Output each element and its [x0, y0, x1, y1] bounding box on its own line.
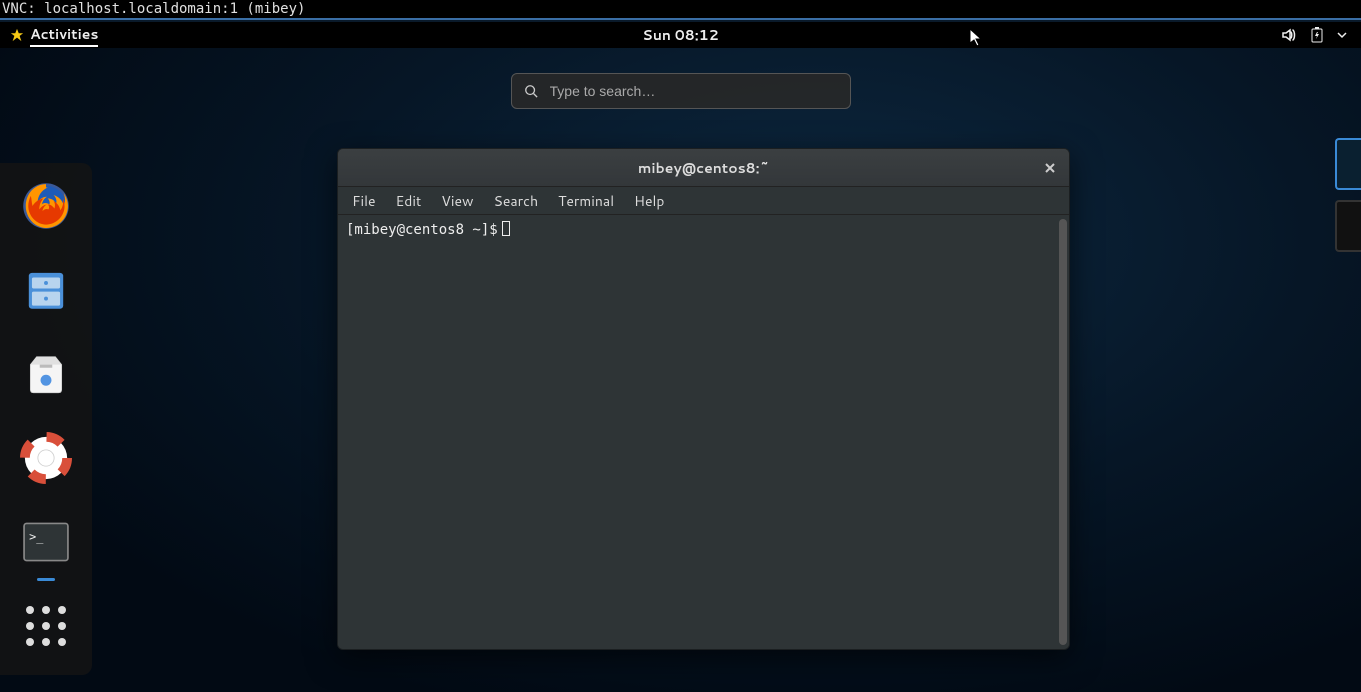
terminal-menubar: File Edit View Search Terminal Help: [338, 187, 1069, 215]
dock-item-terminal[interactable]: >_: [17, 513, 75, 571]
workspace-thumb-2[interactable]: [1335, 200, 1361, 252]
chevron-down-icon: [1337, 31, 1347, 39]
firefox-icon: [19, 179, 73, 233]
volume-icon: [1281, 27, 1297, 43]
menu-edit[interactable]: Edit: [388, 188, 430, 214]
terminal-icon: >_: [19, 515, 73, 569]
dock-item-help[interactable]: [17, 429, 75, 487]
dock-item-files[interactable]: [17, 261, 75, 319]
menu-file[interactable]: File: [344, 188, 384, 214]
terminal-title: mibey@centos8:~: [638, 158, 769, 178]
terminal-cursor: [502, 221, 510, 236]
svg-text:>_: >_: [29, 529, 44, 543]
terminal-window: mibey@centos8:~ File Edit View Search Te…: [337, 148, 1070, 650]
terminal-scrollbar[interactable]: [1059, 219, 1067, 645]
clock[interactable]: Sun 08:12: [642, 25, 718, 45]
menu-view[interactable]: View: [433, 188, 481, 214]
status-area[interactable]: [1281, 27, 1361, 43]
dock-item-show-apps[interactable]: [17, 597, 75, 655]
close-icon: [1044, 162, 1056, 174]
search-input[interactable]: [550, 83, 838, 99]
vnc-title-text: VNC: localhost.localdomain:1 (mibey): [2, 1, 305, 17]
menu-search[interactable]: Search: [486, 188, 547, 214]
close-button[interactable]: [1039, 157, 1061, 179]
activities-button[interactable]: Activities: [0, 22, 108, 48]
help-icon: [20, 432, 72, 484]
activities-label: Activities: [30, 24, 98, 47]
vnc-title-bar: VNC: localhost.localdomain:1 (mibey): [0, 0, 1361, 20]
search-icon: [524, 84, 538, 98]
gnome-top-bar: Activities Sun 08:12: [0, 22, 1361, 48]
dock: >_: [0, 163, 92, 675]
software-icon: [21, 349, 71, 399]
battery-icon: [1311, 27, 1323, 43]
dock-item-firefox[interactable]: [17, 177, 75, 235]
workspace-thumb-1[interactable]: [1335, 138, 1361, 190]
terminal-prompt: [mibey@centos8 ~]$: [346, 222, 498, 238]
show-apps-icon: [26, 606, 66, 646]
menu-terminal[interactable]: Terminal: [550, 188, 622, 214]
activities-icon: [10, 28, 24, 42]
search-bar[interactable]: [511, 73, 851, 109]
dock-item-software[interactable]: [17, 345, 75, 403]
menu-help[interactable]: Help: [626, 188, 672, 214]
files-icon: [21, 265, 71, 315]
desktop: >_ www.kifarunix.com mibey@centos8:~ Fil…: [0, 48, 1361, 692]
terminal-titlebar[interactable]: mibey@centos8:~: [338, 149, 1069, 187]
workspace-switcher: [1335, 138, 1361, 252]
terminal-body[interactable]: [mibey@centos8 ~]$: [338, 215, 1069, 649]
